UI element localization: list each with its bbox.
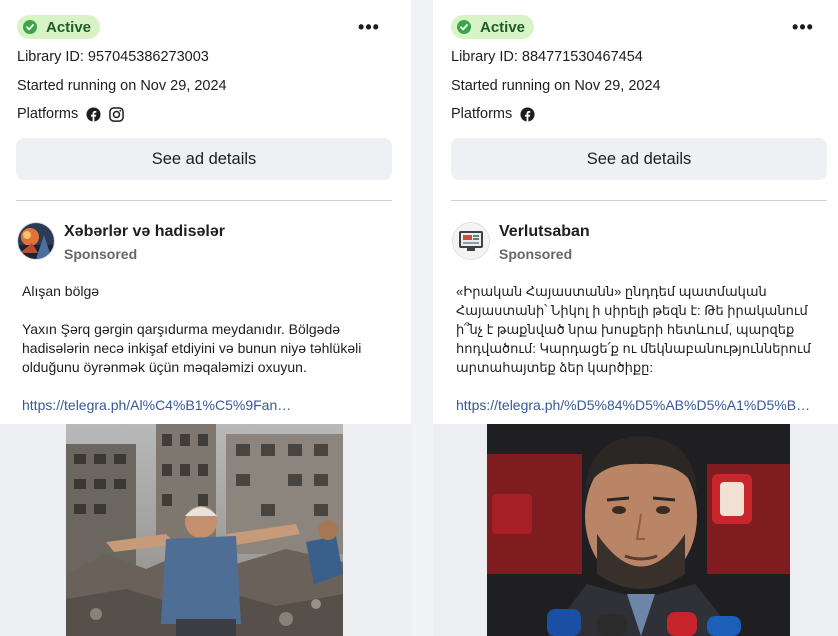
page-avatar[interactable] <box>452 222 490 260</box>
sponsored-label: Sponsored <box>64 246 138 262</box>
ad-title: Alışan bölgə <box>22 283 100 299</box>
library-id: Library ID: 957045386273003 <box>17 49 209 65</box>
check-circle-icon <box>23 20 37 34</box>
ad-link[interactable]: https://telegra.ph/Al%C4%B1%C5%9Fan-... <box>22 397 292 413</box>
status-label: Active <box>480 18 526 36</box>
started-running: Started running on Nov 29, 2024 <box>451 78 661 94</box>
active-status-badge: Active <box>451 15 535 39</box>
platforms-row: Platforms <box>451 106 535 122</box>
instagram-icon <box>109 106 125 122</box>
ad-description: «Իրական Հայաստանն» ընդդեմ պատմական Հայաս… <box>456 284 811 375</box>
platforms-label: Platforms <box>17 106 79 122</box>
divider <box>451 200 827 201</box>
page-name[interactable]: Xəbərlər və hadisələr <box>64 223 225 241</box>
ad-card-1: Active ••• Library ID: 957045386273003 S… <box>0 0 411 636</box>
divider <box>16 200 392 201</box>
facebook-icon <box>86 106 101 122</box>
sponsored-label: Sponsored <box>499 246 573 262</box>
ad-image[interactable] <box>66 424 343 636</box>
started-running: Started running on Nov 29, 2024 <box>17 78 227 94</box>
facebook-icon <box>520 106 535 122</box>
check-circle-icon <box>457 20 471 34</box>
page-name[interactable]: Verlutsaban <box>499 223 590 241</box>
status-label: Active <box>46 18 92 36</box>
more-options-icon[interactable]: ••• <box>788 14 818 40</box>
page-avatar[interactable] <box>17 222 55 260</box>
ad-body: Alışan bölgə Yaxın Şərq gərgin qarşıdurm… <box>22 282 382 377</box>
ad-body: «Իրական Հայաստանն» ընդդեմ պատմական Հայաս… <box>456 282 828 377</box>
see-ad-details-button[interactable]: See ad details <box>16 138 392 180</box>
ad-card-2: Active ••• Library ID: 884771530467454 S… <box>433 0 838 636</box>
platforms-row: Platforms <box>17 106 125 122</box>
platforms-label: Platforms <box>451 106 513 122</box>
see-ad-details-button[interactable]: See ad details <box>451 138 827 180</box>
active-status-badge: Active <box>17 15 101 39</box>
ad-description: Yaxın Şərq gərgin qarşıdurma meydanıdır.… <box>22 321 362 375</box>
more-options-icon[interactable]: ••• <box>354 14 384 40</box>
ad-image[interactable] <box>487 424 790 636</box>
ad-link[interactable]: https://telegra.ph/%D5%84%D5%AB%D5%A1%D5… <box>456 397 816 413</box>
library-id: Library ID: 884771530467454 <box>451 49 643 65</box>
